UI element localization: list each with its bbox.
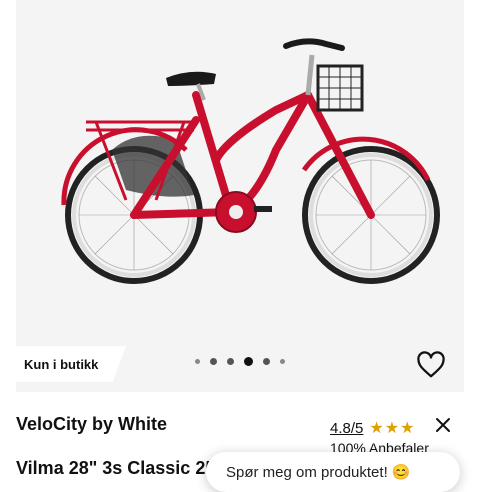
rating-score[interactable]: 4.8/5 xyxy=(330,420,363,437)
pagination-dot[interactable] xyxy=(210,357,217,365)
ask-popup-text: Spør meg om produktet! 😊 xyxy=(226,464,411,481)
gallery-pagination[interactable] xyxy=(16,356,464,366)
product-brand[interactable]: VeloCity by White xyxy=(16,414,167,435)
product-rating[interactable]: 4.8/5 ★★★ xyxy=(330,418,415,438)
pagination-dot[interactable] xyxy=(227,357,234,365)
pagination-dot[interactable] xyxy=(280,358,285,364)
star-rating-icon: ★★★ xyxy=(369,420,416,437)
product-image-bicycle xyxy=(61,38,440,284)
ask-about-product-popup[interactable]: Spør meg om produktet! 😊 xyxy=(206,452,460,492)
pagination-dot[interactable] xyxy=(263,357,270,365)
heart-outline-icon xyxy=(417,351,445,378)
close-icon xyxy=(436,418,450,432)
close-popup-button[interactable] xyxy=(432,414,454,436)
pagination-dot[interactable] xyxy=(195,358,200,364)
pagination-dot-active[interactable] xyxy=(244,356,253,366)
product-gallery[interactable]: Kun i butikk xyxy=(16,0,464,392)
product-title: Vilma 28" 3s Classic 25 xyxy=(16,458,212,478)
favorite-button[interactable] xyxy=(414,348,448,382)
